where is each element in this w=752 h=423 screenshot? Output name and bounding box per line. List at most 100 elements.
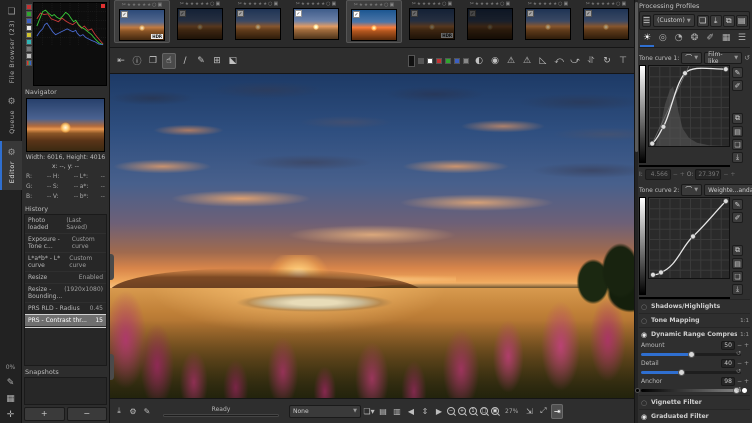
power-icon[interactable]: ○ (640, 303, 648, 311)
paste-profile-icon[interactable]: ▤ (735, 14, 748, 27)
paste-curve-icon[interactable]: ▤ (732, 258, 743, 269)
thumbnail-image[interactable]: ✓ (235, 8, 281, 40)
right-panel-scrollbar[interactable] (635, 0, 638, 423)
hand-tool-icon[interactable]: ☝ (162, 52, 176, 69)
thumbnail-image[interactable]: ✓ (293, 8, 339, 40)
filmstrip-thumbnail[interactable]: ✂ ★ ★ ★ ★ ★ ○ ▣ ✓ (288, 0, 344, 41)
slider-plus[interactable]: + (744, 378, 749, 385)
filmstrip-thumbnail[interactable]: ✂ ★ ★ ★ ★ ★ ○ ▣ ✓ (462, 0, 518, 41)
fullscreen-icon[interactable]: ⤢ (537, 404, 549, 419)
save-profile-icon[interactable]: ⤓ (709, 14, 722, 27)
shadow-clip-icon[interactable]: ⚠ (504, 53, 518, 69)
star-icon[interactable]: ★ (200, 1, 204, 8)
tone-curve-2-editor[interactable] (648, 197, 730, 279)
tab-advanced[interactable]: ❂ (687, 33, 701, 47)
clip-icon[interactable]: ✂ (412, 1, 416, 8)
pick-point-icon[interactable]: ✐ (732, 80, 743, 91)
slider-reset-icon[interactable]: ↺ (736, 386, 741, 393)
histogram-toggle-6[interactable] (25, 46, 32, 52)
trash-icon[interactable]: ▣ (622, 1, 627, 8)
color-picker-icon[interactable]: ✎ (194, 53, 208, 69)
star-icon[interactable]: ★ (611, 1, 615, 8)
histogram-toggle-3[interactable] (25, 25, 32, 31)
star-icon[interactable]: ★ (311, 1, 315, 8)
thumbnail-image[interactable]: ✓ (525, 8, 571, 40)
output-steppers[interactable]: − + (723, 171, 735, 178)
star-icon[interactable]: ★ (132, 2, 136, 9)
save-curve-icon[interactable]: ⤓ (732, 284, 743, 295)
save-curve-icon[interactable]: ⤓ (732, 152, 743, 163)
color-label-icon[interactable]: ○ (326, 1, 330, 8)
add-snapshot-button[interactable]: + (24, 407, 65, 421)
star-icon[interactable]: ★ (596, 1, 600, 8)
input-steppers[interactable]: − + (673, 171, 685, 178)
slider-track[interactable]: ↺ (635, 386, 747, 394)
slider-plus[interactable]: + (744, 360, 749, 367)
load-curve-icon[interactable]: ❏ (732, 139, 743, 150)
power-icon[interactable]: ○ (640, 399, 648, 407)
slider-reset-icon[interactable]: ↺ (736, 350, 741, 357)
section-vignette-filter[interactable]: ○ Vignette Filter (639, 395, 750, 409)
slider-minus[interactable]: − (737, 360, 742, 367)
curve-mode-1-select[interactable]: Film-like ▼ (704, 51, 743, 65)
clip-icon[interactable]: ✂ (470, 1, 474, 8)
star-icon[interactable]: ★ (253, 1, 257, 8)
bg-color-chip-4[interactable] (445, 57, 451, 64)
history-row[interactable]: PRS - Contrast thr... 15 (25, 314, 106, 328)
load-profile-icon[interactable]: ❏ (696, 14, 709, 27)
save-icon[interactable]: ⤓ (113, 404, 125, 419)
star-icon[interactable]: ★ (427, 1, 431, 8)
clip-icon[interactable]: ✂ (354, 2, 358, 9)
color-label-icon[interactable]: ○ (268, 1, 272, 8)
histogram-toggle-0[interactable] (25, 4, 32, 10)
tone-curve-1-editor[interactable] (648, 65, 730, 147)
star-icon[interactable]: ★ (248, 1, 252, 8)
histogram-toggle-8[interactable] (25, 60, 32, 66)
tab-transform[interactable]: ✐ (703, 33, 717, 47)
thumbnail-image[interactable]: ✓ (177, 8, 223, 40)
reset-curve-1-icon[interactable]: ↺ (744, 54, 750, 62)
slider-value[interactable]: 50 (721, 341, 735, 350)
copy-commands-icon[interactable]: ▤ (377, 404, 389, 419)
history-row[interactable]: Resize Enabled (25, 272, 106, 284)
slider-minus[interactable]: − (737, 342, 742, 349)
zoom-fit-crop-icon[interactable]: ▣ (491, 407, 499, 415)
sidebar-tab-editor[interactable]: ⚙ Editor (0, 141, 22, 191)
histogram-toggle-7[interactable] (25, 53, 32, 59)
photo-preview[interactable] (110, 74, 634, 398)
power-icon[interactable]: ◉ (640, 331, 648, 339)
paste-commands-icon[interactable]: ▥ (391, 404, 403, 419)
batch-profile-select[interactable]: None ▼ (289, 404, 361, 418)
pipette-plus-icon[interactable]: ✎ (7, 378, 15, 388)
color-label-icon[interactable]: ○ (616, 1, 620, 8)
clip-icon[interactable]: ✂ (586, 1, 590, 8)
color-label-icon[interactable]: ○ (442, 1, 446, 8)
history-row[interactable]: PRS RLD - Radius 0.45 (25, 303, 106, 315)
highlight-clip-icon[interactable]: ⚠ (520, 53, 534, 69)
next-image-icon[interactable]: ▶ (433, 404, 445, 419)
color-label-icon[interactable]: ○ (500, 1, 504, 8)
queue-process-icon[interactable]: ⚙ (127, 404, 139, 419)
filmstrip-thumbnail[interactable]: ✂ ★ ★ ★ ★ ★ ○ ▣ ✓ (520, 0, 576, 41)
tab-color[interactable]: ◔ (672, 33, 686, 47)
copy-curve-icon[interactable]: ⧉ (732, 245, 743, 256)
zoom-out-icon[interactable]: − (447, 407, 455, 415)
trash-icon[interactable]: ▣ (274, 1, 279, 8)
detail-window-icon[interactable]: ⇲ (523, 404, 535, 419)
star-icon[interactable]: ★ (591, 1, 595, 8)
star-icon[interactable]: ★ (543, 1, 547, 8)
star-icon[interactable]: ★ (195, 1, 199, 8)
section-dynamic-range-compression[interactable]: ◉Dynamic Range Compression1:1 (639, 327, 750, 341)
trash-icon[interactable]: ▣ (216, 1, 221, 8)
star-icon[interactable]: ★ (364, 2, 368, 9)
star-icon[interactable]: ★ (137, 2, 141, 9)
star-icon[interactable]: ★ (432, 1, 436, 8)
copy-curve-icon[interactable]: ⧉ (732, 113, 743, 124)
rotate-left-icon[interactable]: ⤺ (552, 53, 566, 69)
star-icon[interactable]: ★ (533, 1, 537, 8)
thumbnail-image[interactable]: ✓ (467, 8, 513, 40)
star-icon[interactable]: ★ (475, 1, 479, 8)
zoom-in-icon[interactable]: + (458, 407, 466, 415)
star-icon[interactable]: ★ (185, 1, 189, 8)
left-panel-grip2[interactable] (110, 354, 114, 380)
